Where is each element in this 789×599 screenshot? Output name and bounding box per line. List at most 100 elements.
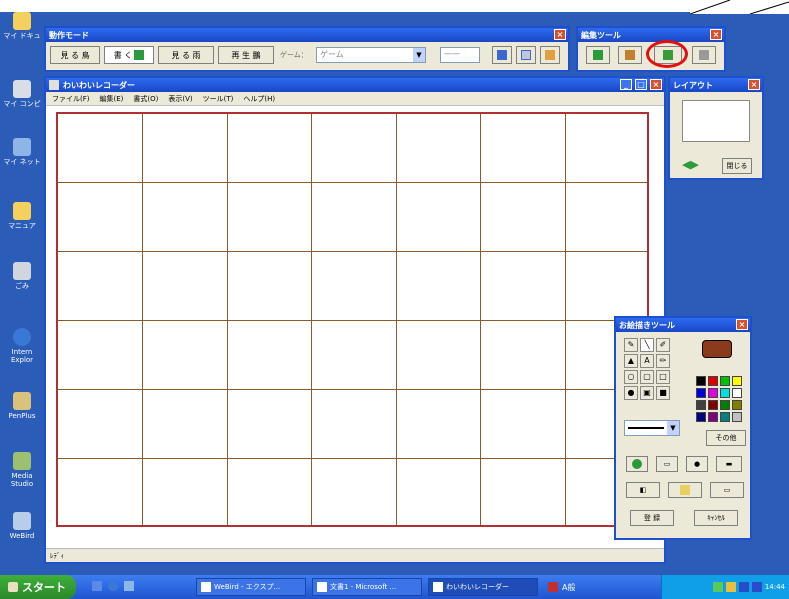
desktop-icon-manual[interactable]: マニュア bbox=[2, 202, 42, 230]
rect-icon[interactable]: □ bbox=[656, 370, 670, 384]
menu-format[interactable]: 書式(O) bbox=[133, 94, 158, 104]
cancel-button[interactable]: ｷｬﾝｾﾙ bbox=[694, 510, 738, 526]
start-button[interactable]: スタート bbox=[0, 575, 76, 599]
color-swatch[interactable] bbox=[732, 388, 742, 398]
menu-edit[interactable]: 編集(E) bbox=[100, 94, 124, 104]
drawing-grid[interactable] bbox=[56, 112, 649, 527]
color-swatch[interactable] bbox=[696, 388, 706, 398]
ellipse-icon[interactable]: ○ bbox=[624, 370, 638, 384]
user-icon[interactable] bbox=[540, 46, 560, 64]
bar-icon[interactable]: ▬ bbox=[716, 456, 742, 472]
color-swatch[interactable] bbox=[696, 412, 706, 422]
desktop-icon-network[interactable]: マイ ネット bbox=[2, 138, 42, 166]
small-combo[interactable]: 一一 bbox=[440, 47, 480, 63]
mode-playback-button[interactable]: 再 生 鵬 bbox=[218, 46, 274, 64]
register-button[interactable]: 登 録 bbox=[630, 510, 674, 526]
canvas-area[interactable] bbox=[46, 106, 664, 548]
close-icon[interactable]: × bbox=[710, 29, 722, 40]
filled-rect-icon[interactable]: ■ bbox=[656, 386, 670, 400]
zoom-icon[interactable]: ▭ bbox=[656, 456, 678, 472]
preview-close-button[interactable]: 閉じる bbox=[722, 158, 752, 174]
preview-title: レイアウト bbox=[673, 80, 713, 90]
color-swatch[interactable] bbox=[720, 376, 730, 386]
menu-tools[interactable]: ツール(T) bbox=[203, 94, 234, 104]
pencil-icon[interactable]: ✎ bbox=[624, 338, 638, 352]
color-swatch[interactable] bbox=[696, 400, 706, 410]
desktop-icon-my-documents[interactable]: マイ ドキュ bbox=[2, 12, 42, 40]
preview-titlebar[interactable]: レイアウト × bbox=[670, 78, 762, 92]
fill-icon[interactable]: ▲ bbox=[624, 354, 638, 368]
color-swatch[interactable] bbox=[732, 412, 742, 422]
undo-icon[interactable]: ◧ bbox=[626, 482, 660, 498]
color-swatch[interactable] bbox=[696, 376, 706, 386]
rounded-rect-icon[interactable]: ▢ bbox=[640, 370, 654, 384]
menu-file[interactable]: ファイル(F) bbox=[52, 94, 90, 104]
text-icon[interactable]: A bbox=[640, 354, 654, 368]
stamp-icon[interactable] bbox=[618, 46, 642, 64]
color-swatch[interactable] bbox=[708, 412, 718, 422]
desktop-icon-webird[interactable]: WeBird bbox=[2, 512, 42, 540]
desktop-icon-media-studio[interactable]: Media Studio bbox=[2, 452, 42, 488]
refresh-icon[interactable] bbox=[626, 456, 648, 472]
close-icon[interactable]: × bbox=[554, 29, 566, 40]
color-swatch[interactable] bbox=[732, 376, 742, 386]
line-width-select[interactable]: ▼ bbox=[624, 420, 680, 436]
mode-view-rain-button[interactable]: 見 る 雨 bbox=[158, 46, 214, 64]
grid-icon[interactable] bbox=[516, 46, 536, 64]
brush-icon[interactable]: ✐ bbox=[656, 338, 670, 352]
edit-tools-titlebar[interactable]: 編集ツール × bbox=[578, 28, 724, 42]
tray-icon[interactable] bbox=[738, 582, 749, 592]
color-swatch[interactable] bbox=[708, 388, 718, 398]
minimize-icon[interactable]: _ bbox=[620, 79, 632, 90]
folder-icon bbox=[201, 582, 211, 592]
tray-icon[interactable] bbox=[751, 582, 762, 592]
main-window-titlebar[interactable]: わいわいレコーダー _ □ × bbox=[46, 78, 664, 92]
line-icon[interactable]: ╲ bbox=[640, 338, 654, 352]
eyedropper-icon[interactable]: ✏ bbox=[656, 354, 670, 368]
filled-ellipse-icon[interactable]: ● bbox=[624, 386, 638, 400]
windows-logo-icon bbox=[8, 582, 18, 592]
film-icon[interactable] bbox=[492, 46, 512, 64]
color-swatch[interactable] bbox=[720, 412, 730, 422]
color-swatch[interactable] bbox=[732, 400, 742, 410]
color-swatch[interactable] bbox=[720, 388, 730, 398]
show-desktop-icon[interactable] bbox=[92, 581, 102, 591]
more-colors-button[interactable]: その他 bbox=[706, 430, 746, 446]
color-swatch[interactable] bbox=[708, 400, 718, 410]
desktop-icon-penplus[interactable]: PenPlus bbox=[2, 392, 42, 420]
mode-view-bird-button[interactable]: 見 る 鳥 bbox=[50, 46, 100, 64]
task-button-recorder[interactable]: わいわいレコーダー bbox=[428, 578, 538, 596]
close-icon[interactable]: × bbox=[736, 319, 748, 330]
close-icon[interactable]: × bbox=[748, 79, 760, 90]
color-swatch[interactable] bbox=[720, 400, 730, 410]
menu-view[interactable]: 表示(V) bbox=[168, 94, 192, 104]
maximize-icon[interactable]: □ bbox=[635, 79, 647, 90]
filled-rounded-rect-icon[interactable]: ▣ bbox=[640, 386, 654, 400]
game-combo[interactable]: ゲーム ▼ bbox=[316, 47, 426, 63]
clear-icon[interactable]: ▭ bbox=[710, 482, 744, 498]
task-button-webird[interactable]: WeBird - エクスプ... bbox=[196, 578, 306, 596]
foreground-color[interactable] bbox=[702, 340, 732, 358]
task-button-word[interactable]: 文書1 - Microsoft ... bbox=[312, 578, 422, 596]
tray-icon[interactable] bbox=[712, 582, 723, 592]
ime-bar[interactable]: A般 bbox=[548, 580, 618, 594]
media-icon[interactable] bbox=[124, 581, 134, 591]
tray-icon[interactable] bbox=[725, 582, 736, 592]
eraser-icon[interactable] bbox=[668, 482, 702, 498]
close-icon[interactable]: × bbox=[650, 79, 662, 90]
dot-icon[interactable]: ● bbox=[686, 456, 708, 472]
desktop-icon-my-computer[interactable]: マイ コンピ bbox=[2, 80, 42, 108]
paint-tools-titlebar[interactable]: お絵描きツール × bbox=[616, 318, 750, 332]
color-swatch[interactable] bbox=[708, 376, 718, 386]
desktop-icon-recycle-bin[interactable]: ごみ bbox=[2, 262, 42, 290]
desktop-icon-internet-explorer[interactable]: Intern Explor bbox=[2, 328, 42, 364]
ie-icon[interactable] bbox=[108, 581, 118, 591]
menu-help[interactable]: ヘルプ(H) bbox=[243, 94, 275, 104]
preview-thumbnail[interactable] bbox=[682, 100, 750, 142]
main-window-title: わいわいレコーダー bbox=[63, 80, 135, 90]
mode-toolbar-titlebar[interactable]: 動作モード × bbox=[46, 28, 568, 42]
prev-next-icon[interactable]: ◀▶ bbox=[682, 158, 699, 171]
mode-write-button[interactable]: 書 く bbox=[104, 46, 154, 64]
tree-icon[interactable] bbox=[586, 46, 610, 64]
copy-icon[interactable] bbox=[692, 46, 716, 64]
